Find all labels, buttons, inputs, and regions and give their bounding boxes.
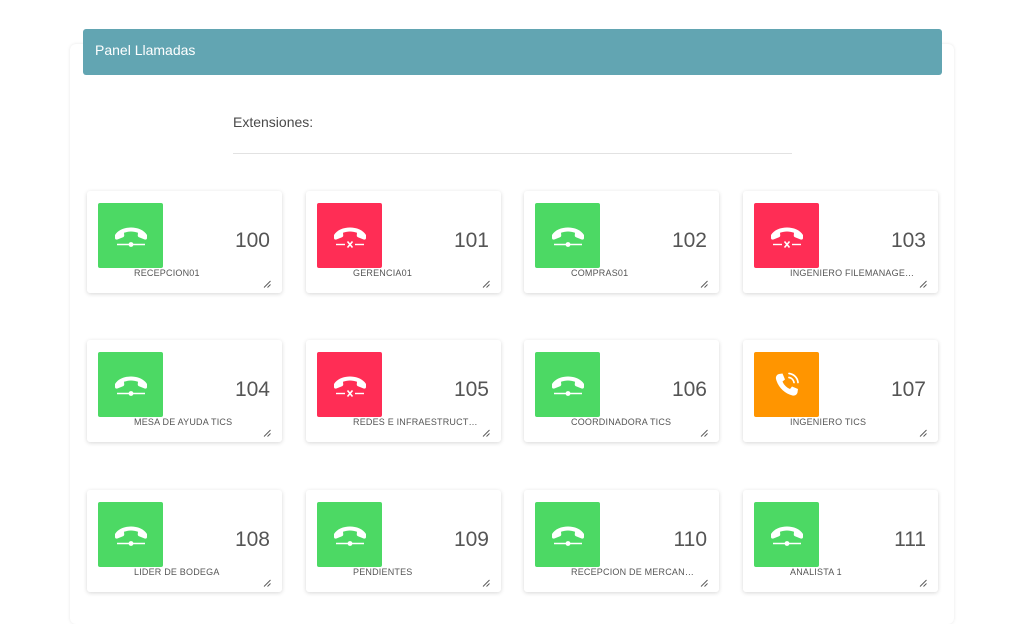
extension-number: 106 [671,378,707,401]
resize-handle-icon[interactable] [482,574,490,587]
resize-handle-icon[interactable] [482,424,490,437]
extension-name: ANALISTA 1 [790,567,842,577]
resize-handle-icon[interactable] [919,574,927,587]
phone-hangup-icon[interactable] [98,502,163,567]
resize-handle-icon[interactable] [919,424,927,437]
extension-card-106[interactable]: 106 COORDINADORA TICS [524,340,719,442]
extension-card-101[interactable]: 101 GERENCIA01 [306,191,501,293]
extension-number: 103 [890,229,926,252]
extension-name: LIDER DE BODEGA [134,567,220,577]
extension-number: 107 [890,378,926,401]
extension-name: REDES E INFRAESTRUCTUR... [353,417,481,427]
phone-hangup-icon[interactable] [754,502,819,567]
phone-hangup-icon[interactable] [535,352,600,417]
extension-number: 108 [234,528,270,551]
extension-number: 100 [234,229,270,252]
extension-card-103[interactable]: 103 INGENIERO FILEMANAGER I... [743,191,938,293]
resize-handle-icon[interactable] [263,574,271,587]
extension-number: 110 [673,528,707,551]
extension-name: PENDIENTES [353,567,413,577]
extension-name: MESA DE AYUDA TICS [134,417,233,427]
extension-name: RECEPCION DE MERCANCIAS [571,567,699,577]
extension-number: 109 [453,528,489,551]
divider [233,153,792,154]
extension-card-100[interactable]: 100 RECEPCION01 [87,191,282,293]
extension-name: GERENCIA01 [353,268,413,278]
resize-handle-icon[interactable] [919,275,927,288]
extension-number: 105 [453,378,489,401]
phone-hangup-icon[interactable] [535,203,600,268]
extension-card-102[interactable]: 102 COMPRAS01 [524,191,719,293]
extension-card-109[interactable]: 109 PENDIENTES [306,490,501,592]
phone-hangup-x-icon[interactable] [317,352,382,417]
extension-name: INGENIERO FILEMANAGER I... [790,268,918,278]
phone-hangup-icon[interactable] [98,352,163,417]
extensions-heading: Extensiones: [233,114,314,130]
extension-number: 101 [453,229,489,252]
phone-ringing-icon[interactable] [754,352,819,417]
resize-handle-icon[interactable] [700,424,708,437]
phone-hangup-icon[interactable] [317,502,382,567]
extension-card-108[interactable]: 108 LIDER DE BODEGA [87,490,282,592]
extension-card-107[interactable]: 107 INGENIERO TICS [743,340,938,442]
extension-name: COORDINADORA TICS [571,417,672,427]
phone-hangup-icon[interactable] [535,502,600,567]
resize-handle-icon[interactable] [700,574,708,587]
resize-handle-icon[interactable] [263,275,271,288]
phone-hangup-x-icon[interactable] [317,203,382,268]
extension-number: 111 [894,528,926,551]
panel-title: Panel Llamadas [83,29,942,75]
resize-handle-icon[interactable] [482,275,490,288]
phone-hangup-icon[interactable] [98,203,163,268]
extension-card-111[interactable]: 111 ANALISTA 1 [743,490,938,592]
phone-hangup-x-icon[interactable] [754,203,819,268]
extension-name: RECEPCION01 [134,268,200,278]
extension-number: 102 [671,229,707,252]
extension-card-105[interactable]: 105 REDES E INFRAESTRUCTUR... [306,340,501,442]
extension-card-104[interactable]: 104 MESA DE AYUDA TICS [87,340,282,442]
extension-card-110[interactable]: 110 RECEPCION DE MERCANCIAS [524,490,719,592]
resize-handle-icon[interactable] [700,275,708,288]
extension-name: COMPRAS01 [571,268,629,278]
extension-name: INGENIERO TICS [790,417,867,427]
resize-handle-icon[interactable] [263,424,271,437]
extension-number: 104 [234,378,270,401]
